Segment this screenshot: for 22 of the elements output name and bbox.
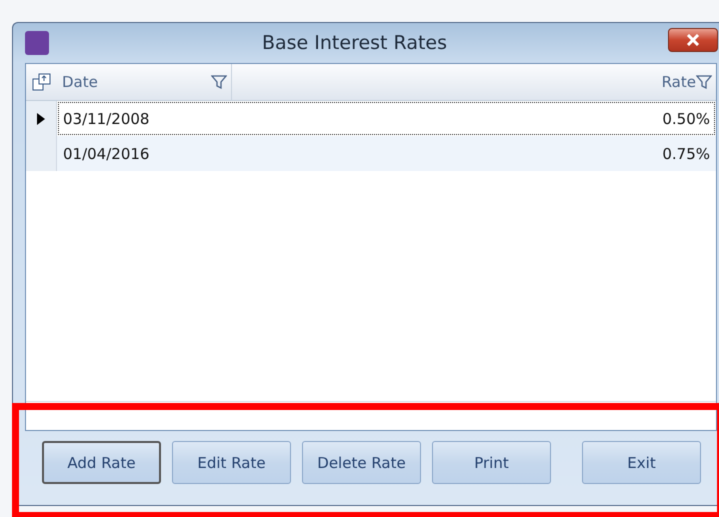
action-button[interactable]: Edit Rate [172,441,291,484]
column-header[interactable]: Rate [662,73,696,91]
window-title: Base Interest Rates [260,32,448,54]
row-header[interactable] [26,101,57,136]
action-button[interactable]: Exit [582,441,701,484]
column-header[interactable]: Date [62,73,98,91]
grid-row[interactable]: 01/04/2016 0.75% [57,136,716,171]
grid-row[interactable]: 03/11/2008 0.50% [57,101,716,136]
table-cell: 01/04/2016 [63,144,150,162]
close-button[interactable] [668,28,718,52]
filter-icon[interactable] [696,74,712,90]
action-button[interactable]: Add Rate [42,441,161,484]
table-cell: 0.75% [662,144,710,162]
column-chooser-icon[interactable] [32,72,52,92]
table-cell: 03/11/2008 [63,110,150,128]
row-pointer-icon [37,112,45,124]
action-button[interactable]: Delete Rate [302,441,421,484]
filter-icon[interactable] [211,74,227,90]
close-icon [685,34,701,46]
action-button[interactable]: Print [432,441,551,484]
table-cell: 0.50% [662,110,710,128]
app-icon [25,31,49,55]
